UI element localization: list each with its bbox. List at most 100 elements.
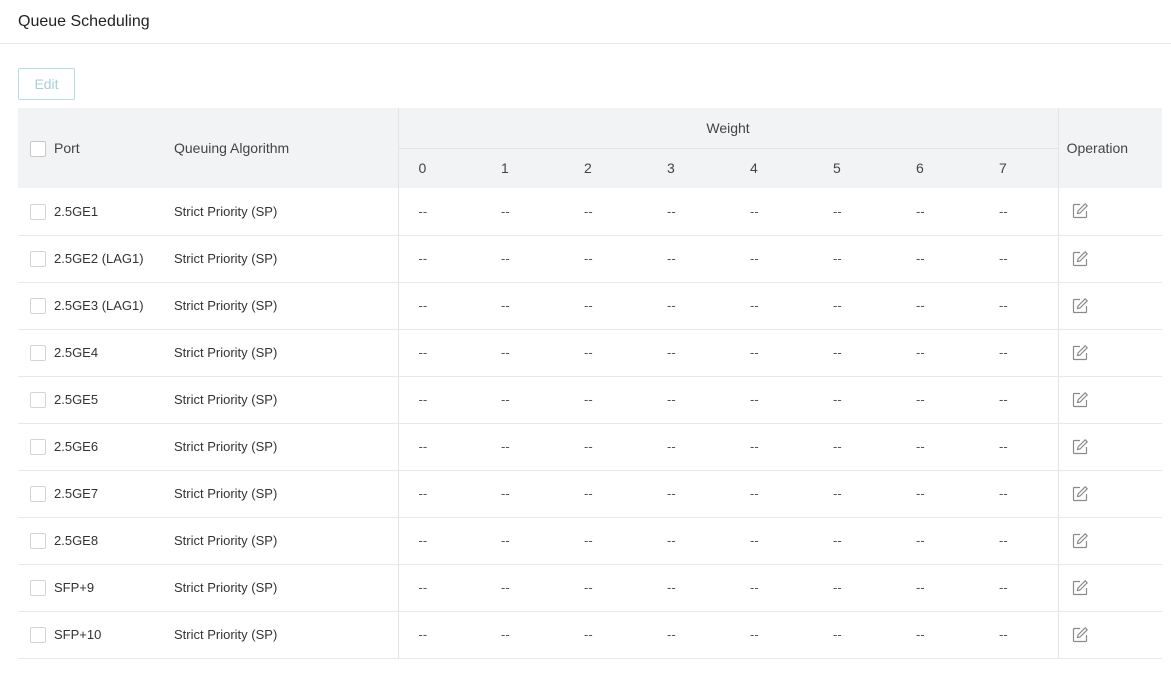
weight-cell-3: -- bbox=[647, 188, 730, 236]
row-checkbox[interactable] bbox=[30, 438, 46, 455]
edit-icon[interactable] bbox=[1071, 391, 1089, 409]
weight-cell-4: -- bbox=[730, 235, 813, 283]
weight-cell-0: -- bbox=[397, 423, 481, 471]
edit-icon[interactable] bbox=[1071, 579, 1089, 597]
weight-cell-0: -- bbox=[397, 235, 481, 283]
operation-cell bbox=[1057, 282, 1163, 330]
row-select-cell bbox=[18, 470, 54, 518]
weight-cell-7: -- bbox=[979, 282, 1059, 330]
column-header-weight-6: 6 bbox=[896, 148, 979, 188]
weight-cell-4: -- bbox=[730, 470, 813, 518]
weight-cell-1: -- bbox=[481, 517, 564, 565]
weight-cell-7: -- bbox=[979, 470, 1059, 518]
table-row: SFP+9 Strict Priority (SP) -- -- -- -- -- -- -- -… bbox=[18, 564, 1163, 612]
weight-cell-5: -- bbox=[813, 376, 896, 424]
column-header-operation: Operation bbox=[1057, 108, 1163, 188]
weight-cell-4: -- bbox=[730, 188, 813, 236]
weight-cell-6: -- bbox=[896, 329, 979, 377]
weight-cell-1: -- bbox=[481, 235, 564, 283]
weight-cell-0: -- bbox=[397, 564, 481, 612]
row-select-cell bbox=[18, 517, 54, 565]
weight-cell-6: -- bbox=[896, 611, 979, 659]
algorithm-cell: Strict Priority (SP) bbox=[174, 564, 398, 612]
port-cell: 2.5GE5 bbox=[54, 376, 174, 424]
table-row: 2.5GE6 Strict Priority (SP) -- -- -- -- -- -- --… bbox=[18, 423, 1163, 471]
page-header: Queue Scheduling bbox=[0, 0, 1171, 44]
select-all-checkbox[interactable] bbox=[30, 140, 46, 157]
weight-cell-3: -- bbox=[647, 517, 730, 565]
weight-cell-6: -- bbox=[896, 376, 979, 424]
row-checkbox[interactable] bbox=[30, 485, 46, 502]
row-checkbox[interactable] bbox=[30, 626, 46, 643]
row-checkbox[interactable] bbox=[30, 203, 46, 220]
weight-cell-4: -- bbox=[730, 282, 813, 330]
select-all-cell bbox=[18, 108, 54, 188]
row-select-cell bbox=[18, 282, 54, 330]
weight-cell-1: -- bbox=[481, 376, 564, 424]
table-row: 2.5GE2 (LAG1) Strict Priority (SP) -- -- -- -… bbox=[18, 235, 1163, 283]
weight-cell-2: -- bbox=[564, 329, 647, 377]
edit-icon[interactable] bbox=[1071, 344, 1089, 362]
weight-cell-2: -- bbox=[564, 376, 647, 424]
table-row: 2.5GE4 Strict Priority (SP) -- -- -- -- -- -- --… bbox=[18, 329, 1163, 377]
weight-cell-6: -- bbox=[896, 235, 979, 283]
operation-cell bbox=[1057, 564, 1163, 612]
table-row: 2.5GE8 Strict Priority (SP) -- -- -- -- -- -- --… bbox=[18, 517, 1163, 565]
edit-icon[interactable] bbox=[1071, 532, 1089, 550]
weight-cell-3: -- bbox=[647, 235, 730, 283]
weight-cell-7: -- bbox=[979, 376, 1059, 424]
weight-cell-0: -- bbox=[397, 611, 481, 659]
weight-cell-7: -- bbox=[979, 517, 1059, 565]
algorithm-cell: Strict Priority (SP) bbox=[174, 235, 398, 283]
weight-cell-1: -- bbox=[481, 564, 564, 612]
row-checkbox[interactable] bbox=[30, 297, 46, 314]
port-cell: SFP+10 bbox=[54, 611, 174, 659]
column-header-weight-5: 5 bbox=[813, 148, 896, 188]
edit-icon[interactable] bbox=[1071, 438, 1089, 456]
row-checkbox[interactable] bbox=[30, 344, 46, 361]
weight-cell-0: -- bbox=[397, 470, 481, 518]
column-header-weight-2: 2 bbox=[564, 148, 647, 188]
edit-icon[interactable] bbox=[1071, 485, 1089, 503]
operation-cell bbox=[1057, 329, 1163, 377]
row-select-cell bbox=[18, 329, 54, 377]
weight-cell-7: -- bbox=[979, 235, 1059, 283]
weight-cell-7: -- bbox=[979, 611, 1059, 659]
column-header-algorithm[interactable]: Queuing Algorithm bbox=[174, 108, 398, 188]
queue-scheduling-table: Port Queuing Algorithm Weight Operation … bbox=[18, 108, 1163, 659]
column-header-weight-1: 1 bbox=[481, 148, 564, 188]
operation-cell bbox=[1057, 423, 1163, 471]
weight-cell-2: -- bbox=[564, 282, 647, 330]
row-select-cell bbox=[18, 611, 54, 659]
weight-cell-5: -- bbox=[813, 517, 896, 565]
column-header-weight: Weight bbox=[397, 108, 1059, 149]
row-checkbox[interactable] bbox=[30, 391, 46, 408]
edit-icon[interactable] bbox=[1071, 202, 1089, 220]
weight-cell-4: -- bbox=[730, 329, 813, 377]
algorithm-cell: Strict Priority (SP) bbox=[174, 423, 398, 471]
weight-cell-5: -- bbox=[813, 282, 896, 330]
weight-cell-3: -- bbox=[647, 376, 730, 424]
port-cell: 2.5GE7 bbox=[54, 470, 174, 518]
weight-cell-2: -- bbox=[564, 564, 647, 612]
weight-cell-6: -- bbox=[896, 470, 979, 518]
port-cell: 2.5GE4 bbox=[54, 329, 174, 377]
algorithm-cell: Strict Priority (SP) bbox=[174, 517, 398, 565]
edit-icon[interactable] bbox=[1071, 250, 1089, 268]
table-row: 2.5GE1 Strict Priority (SP) -- -- -- -- -- -- --… bbox=[18, 188, 1163, 236]
table-row: SFP+10 Strict Priority (SP) -- -- -- -- -- -- --… bbox=[18, 611, 1163, 659]
edit-icon[interactable] bbox=[1071, 297, 1089, 315]
edit-icon[interactable] bbox=[1071, 626, 1089, 644]
column-header-port[interactable]: Port bbox=[54, 108, 174, 188]
edit-button[interactable]: Edit bbox=[18, 68, 75, 100]
operation-cell bbox=[1057, 376, 1163, 424]
weight-cell-5: -- bbox=[813, 235, 896, 283]
weight-cell-2: -- bbox=[564, 611, 647, 659]
row-checkbox[interactable] bbox=[30, 250, 46, 267]
weight-cell-1: -- bbox=[481, 282, 564, 330]
row-select-cell bbox=[18, 235, 54, 283]
row-select-cell bbox=[18, 188, 54, 236]
row-checkbox[interactable] bbox=[30, 579, 46, 596]
table-row: 2.5GE3 (LAG1) Strict Priority (SP) -- -- -- -… bbox=[18, 282, 1163, 330]
row-checkbox[interactable] bbox=[30, 532, 46, 549]
